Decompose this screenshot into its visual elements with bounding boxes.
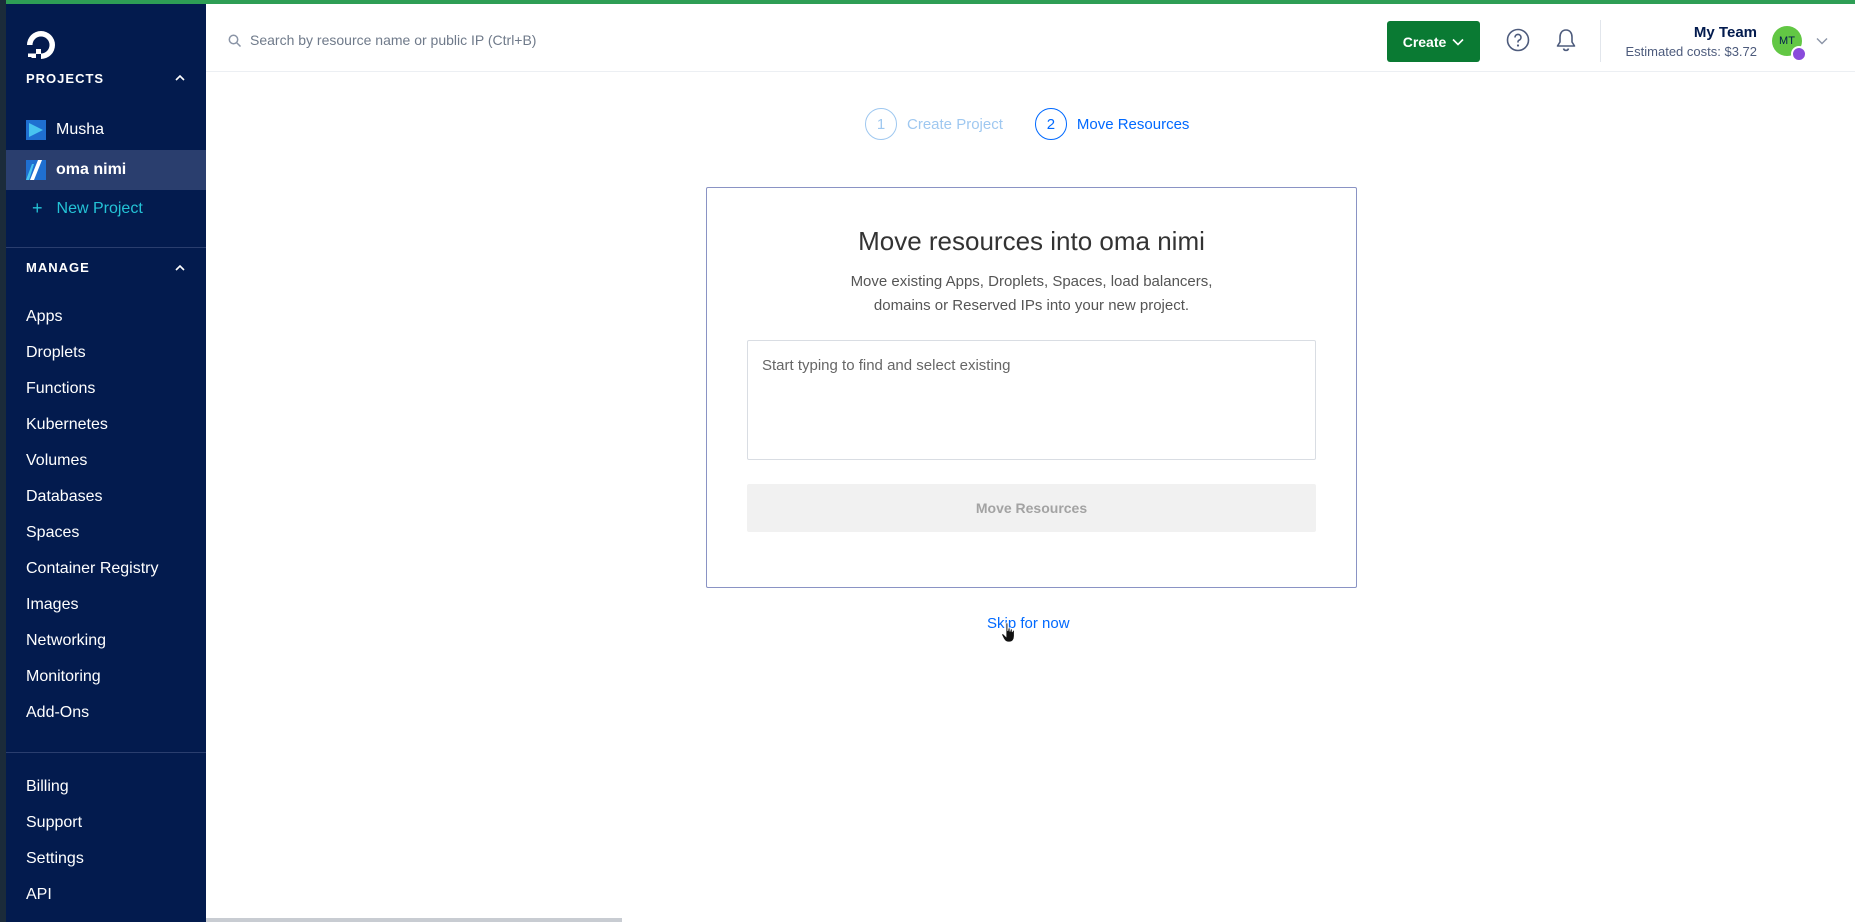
move-resources-card: Move resources into oma nimi Move existi… bbox=[706, 187, 1357, 588]
sidebar-item-functions[interactable]: Functions bbox=[26, 380, 95, 398]
manage-heading: MANAGE bbox=[26, 260, 90, 275]
sidebar-item-container-registry[interactable]: Container Registry bbox=[26, 560, 159, 578]
help-icon[interactable] bbox=[1506, 28, 1530, 52]
sidebar-item-images[interactable]: Images bbox=[26, 596, 78, 614]
wizard-steps: 1 Create Project 2 Move Resources bbox=[865, 108, 1189, 140]
step-create-project: 1 Create Project bbox=[865, 108, 1003, 140]
bell-icon[interactable] bbox=[1554, 27, 1578, 53]
sidebar-project-musha[interactable]: Musha bbox=[6, 110, 206, 150]
sidebar-item-api[interactable]: API bbox=[26, 886, 52, 904]
project-icon bbox=[26, 160, 46, 180]
sidebar-item-kubernetes[interactable]: Kubernetes bbox=[26, 416, 108, 434]
sidebar-item-volumes[interactable]: Volumes bbox=[26, 452, 87, 470]
estimated-costs: Estimated costs: $3.72 bbox=[1625, 44, 1757, 59]
step-move-resources: 2 Move Resources bbox=[1034, 108, 1190, 140]
avatar-badge-icon bbox=[1791, 46, 1807, 62]
skip-for-now-link[interactable]: Skip for now bbox=[987, 615, 1070, 632]
new-project-label: New Project bbox=[56, 199, 143, 217]
plus-icon: + bbox=[32, 198, 43, 218]
card-description-line: domains or Reserved IPs into your new pr… bbox=[873, 297, 1190, 314]
hand-cursor-icon bbox=[1001, 622, 1015, 643]
chevron-up-icon[interactable] bbox=[172, 70, 188, 86]
sidebar-item-add-ons[interactable]: Add-Ons bbox=[26, 704, 89, 722]
step-label: Create Project bbox=[907, 115, 1003, 133]
team-name[interactable]: My Team bbox=[1694, 24, 1757, 41]
resource-selector[interactable] bbox=[747, 340, 1316, 460]
sidebar-item-droplets[interactable]: Droplets bbox=[26, 344, 86, 362]
top-bar: Create My Team Estimated costs: $3.72 MT bbox=[206, 4, 1855, 72]
step-number: 2 bbox=[1034, 108, 1067, 140]
card-description-line: Move existing Apps, Droplets, Spaces, lo… bbox=[850, 273, 1213, 290]
new-project-link[interactable]: + New Project bbox=[26, 198, 143, 219]
move-resources-button[interactable]: Move Resources bbox=[747, 484, 1316, 532]
project-icon bbox=[26, 120, 46, 140]
sidebar-item-settings[interactable]: Settings bbox=[26, 850, 84, 868]
chevron-down-icon bbox=[1452, 38, 1464, 46]
projects-heading: PROJECTS bbox=[26, 71, 105, 86]
sidebar-item-networking[interactable]: Networking bbox=[26, 632, 106, 650]
sidebar-item-monitoring[interactable]: Monitoring bbox=[26, 668, 101, 686]
step-number: 1 bbox=[865, 108, 897, 140]
topbar-separator bbox=[1600, 20, 1601, 62]
chevron-up-icon[interactable] bbox=[172, 260, 188, 276]
sidebar-project-oma-nimi[interactable]: oma nimi bbox=[6, 150, 206, 190]
digitalocean-logo-icon[interactable] bbox=[24, 28, 58, 62]
create-button-label: Create bbox=[1402, 33, 1447, 50]
sidebar-item-billing[interactable]: Billing bbox=[26, 778, 69, 796]
card-description: Move existing Apps, Droplets, Spaces, lo… bbox=[807, 270, 1256, 318]
sidebar-item-databases[interactable]: Databases bbox=[26, 488, 103, 506]
sidebar: PROJECTS Musha oma nimi + New Project MA… bbox=[6, 4, 206, 922]
sidebar-project-label: Musha bbox=[56, 121, 105, 138]
search-input[interactable] bbox=[250, 24, 850, 56]
search-icon bbox=[228, 34, 242, 48]
sidebar-item-apps[interactable]: Apps bbox=[26, 308, 62, 326]
sidebar-project-label: oma nimi bbox=[56, 161, 127, 178]
create-button[interactable]: Create bbox=[1387, 21, 1480, 62]
card-title: Move resources into oma nimi bbox=[858, 226, 1205, 256]
chevron-down-icon[interactable] bbox=[1816, 37, 1828, 45]
avatar-initials: MT bbox=[1779, 35, 1795, 47]
sidebar-item-support[interactable]: Support bbox=[26, 814, 82, 832]
step-label: Move Resources bbox=[1076, 115, 1190, 133]
sidebar-divider bbox=[6, 752, 206, 753]
horizontal-scrollbar[interactable] bbox=[206, 918, 622, 922]
sidebar-divider bbox=[6, 247, 206, 248]
sidebar-item-spaces[interactable]: Spaces bbox=[26, 524, 79, 542]
resource-search-input[interactable] bbox=[762, 353, 1302, 377]
